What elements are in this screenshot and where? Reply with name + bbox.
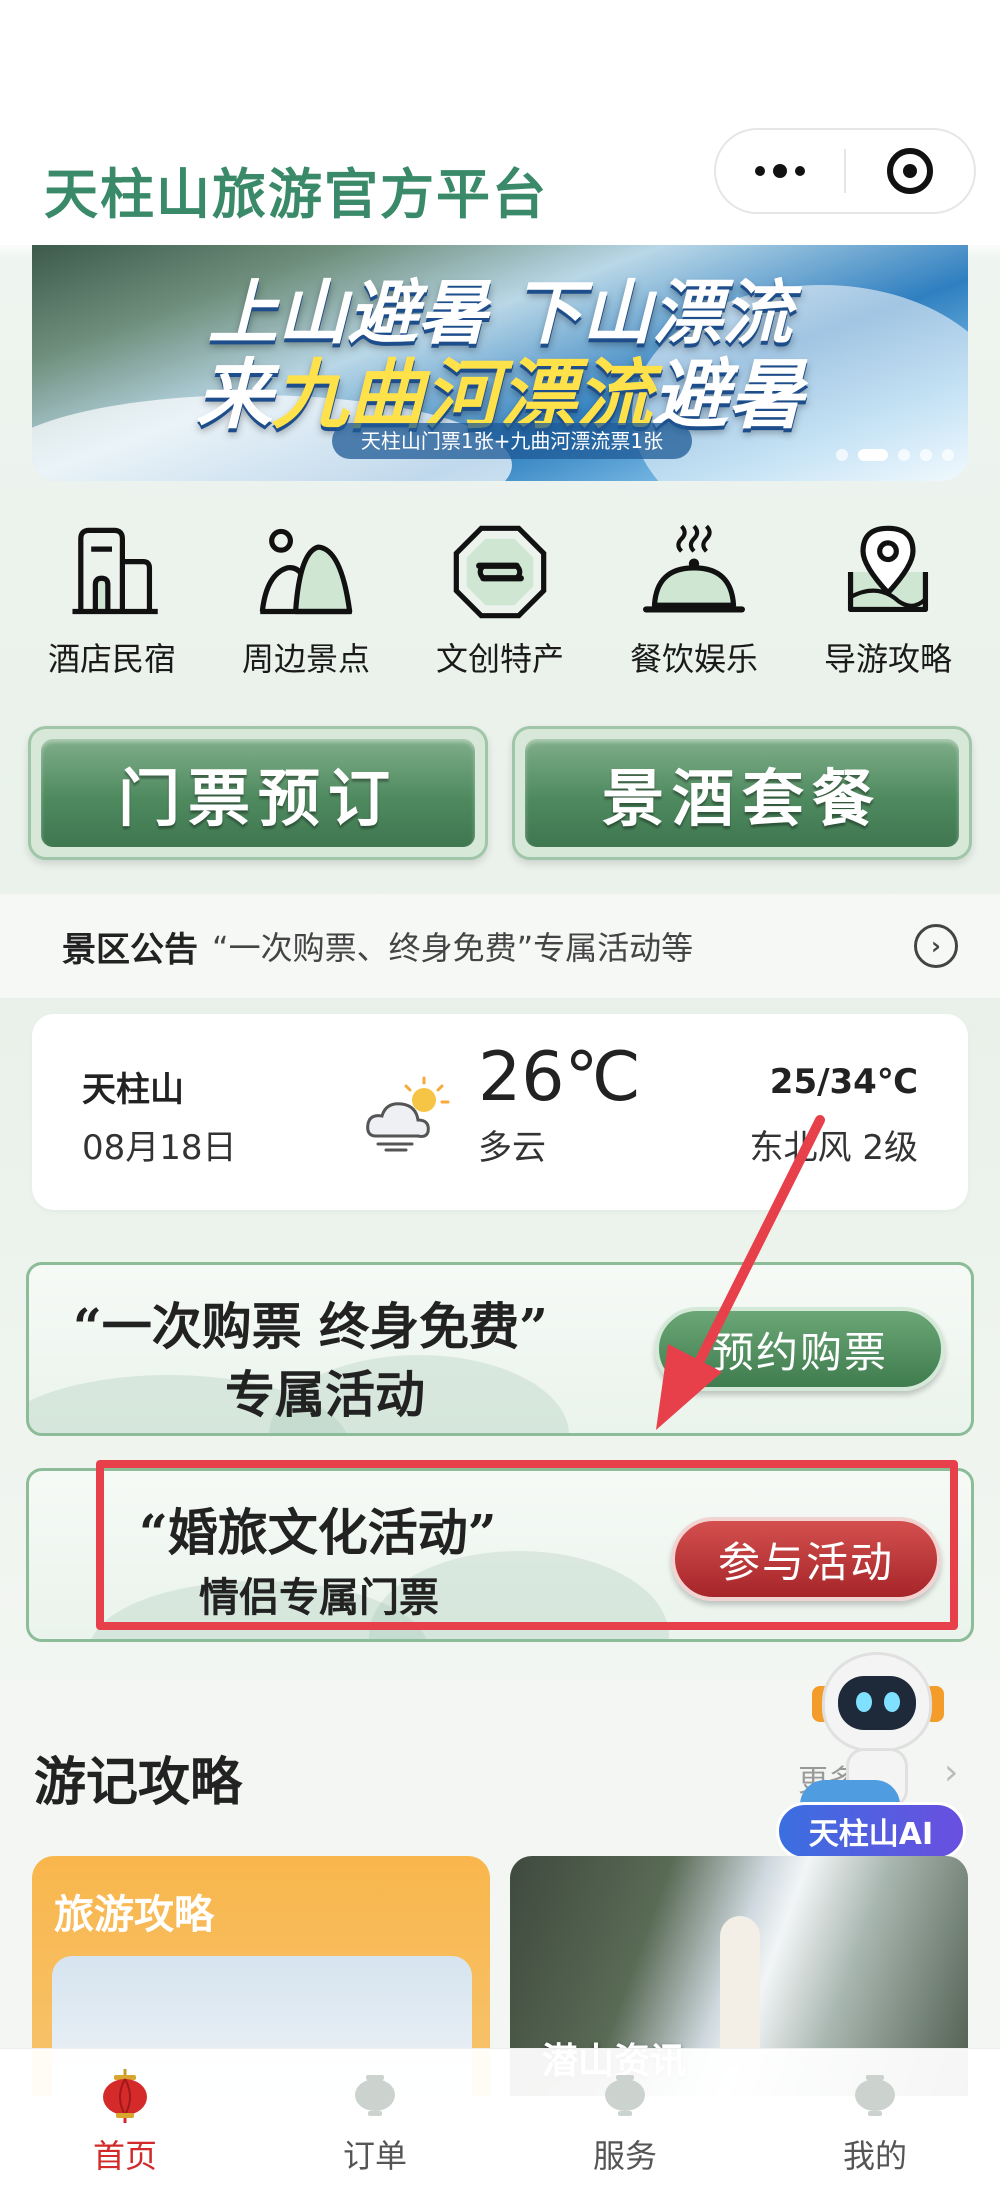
map-pin-icon (847, 525, 929, 613)
weather-date: 08月18日 (82, 1128, 237, 1168)
carousel-dots (836, 449, 954, 461)
app-title: 天柱山旅游官方平台 (44, 163, 548, 226)
activity-subtitle: 专属活动 (225, 1365, 425, 1424)
weather-temp: 26℃ (478, 1038, 641, 1117)
ai-badge: 天柱山AI (776, 1802, 966, 1860)
nav-souvenirs[interactable]: 文创特产 (410, 520, 590, 680)
weather-range: 25/34℃ (769, 1062, 918, 1102)
more-dot-icon (773, 164, 787, 178)
weather-wind: 东北风 2级 (749, 1128, 918, 1168)
page: 天柱山旅游官方平台 上山避暑 下山漂流 来九曲河漂流避暑 天柱山门票1张+九曲河… (0, 0, 1000, 2188)
dining-icon (643, 524, 745, 613)
ai-assistant-button[interactable]: 天柱山AI (776, 1652, 966, 1862)
card-photo (720, 1916, 760, 2066)
weather-location: 天柱山 (82, 1070, 184, 1110)
lantern-icon (103, 2069, 147, 2123)
notice-tag: 景区公告 (62, 929, 198, 970)
nav-attractions[interactable]: 周边景点 (216, 520, 396, 680)
highlight-box (96, 1460, 958, 1630)
banner-subtitle: 天柱山门票1张+九曲河漂流票1张 (332, 423, 692, 459)
section-title: 游记攻略 (34, 1753, 243, 1813)
target-icon (886, 148, 933, 194)
activity-title: “一次购票 终身免费” (73, 1297, 548, 1356)
category-nav: 酒店民宿 周边景点 文创特产 餐饮娱乐 导游攻略 (22, 520, 978, 680)
lantern-icon (855, 2075, 895, 2116)
partly-cloudy-icon (366, 1076, 450, 1152)
weather-card: 天柱山 08月18日 26℃ 多云 25/34℃ 东北风 2级 (32, 1014, 968, 1210)
tab-profile[interactable]: 我的 (750, 2049, 1000, 2188)
hotel-package-button[interactable]: 景酒套餐 (512, 726, 972, 860)
bottom-tabbar: 首页 订单 服务 我的 (0, 2048, 1000, 2188)
souvenir-icon (453, 525, 547, 619)
activity-card-lifetime[interactable]: “一次购票 终身免费” 专属活动 预约购票 (26, 1262, 974, 1436)
lantern-icon (355, 2075, 395, 2116)
ticket-booking-button[interactable]: 门票预订 (28, 726, 488, 860)
hotel-icon (72, 527, 158, 615)
reserve-ticket-button[interactable]: 预约购票 (655, 1307, 945, 1391)
promo-banner[interactable]: 上山避暑 下山漂流 来九曲河漂流避暑 天柱山门票1张+九曲河漂流票1张 (32, 245, 968, 481)
header: 天柱山旅游官方平台 (0, 0, 1000, 245)
more-dot-icon (755, 166, 765, 176)
card-label: 旅游攻略 (54, 1892, 214, 1938)
mountain-icon (259, 528, 353, 615)
notice-text: “一次购票、终身免费”专属活动等 (212, 929, 694, 967)
nav-guide[interactable]: 导游攻略 (798, 520, 978, 680)
lantern-icon (605, 2075, 645, 2116)
tab-orders[interactable]: 订单 (250, 2049, 500, 2188)
more-dot-icon (795, 166, 805, 176)
booking-buttons: 门票预订 景酒套餐 (28, 726, 972, 860)
close-button[interactable] (846, 130, 974, 212)
nav-dining[interactable]: 餐饮娱乐 (604, 520, 784, 680)
more-button[interactable] (716, 130, 844, 212)
miniapp-capsule (714, 128, 976, 214)
chevron-right-icon[interactable]: › (914, 924, 958, 968)
weather-condition: 多云 (478, 1128, 546, 1168)
notice-bar[interactable]: 景区公告 “一次购票、终身免费”专属活动等 › (0, 894, 1000, 998)
tab-services[interactable]: 服务 (500, 2049, 750, 2188)
tab-home[interactable]: 首页 (0, 2049, 250, 2188)
nav-hotel[interactable]: 酒店民宿 (22, 520, 202, 680)
